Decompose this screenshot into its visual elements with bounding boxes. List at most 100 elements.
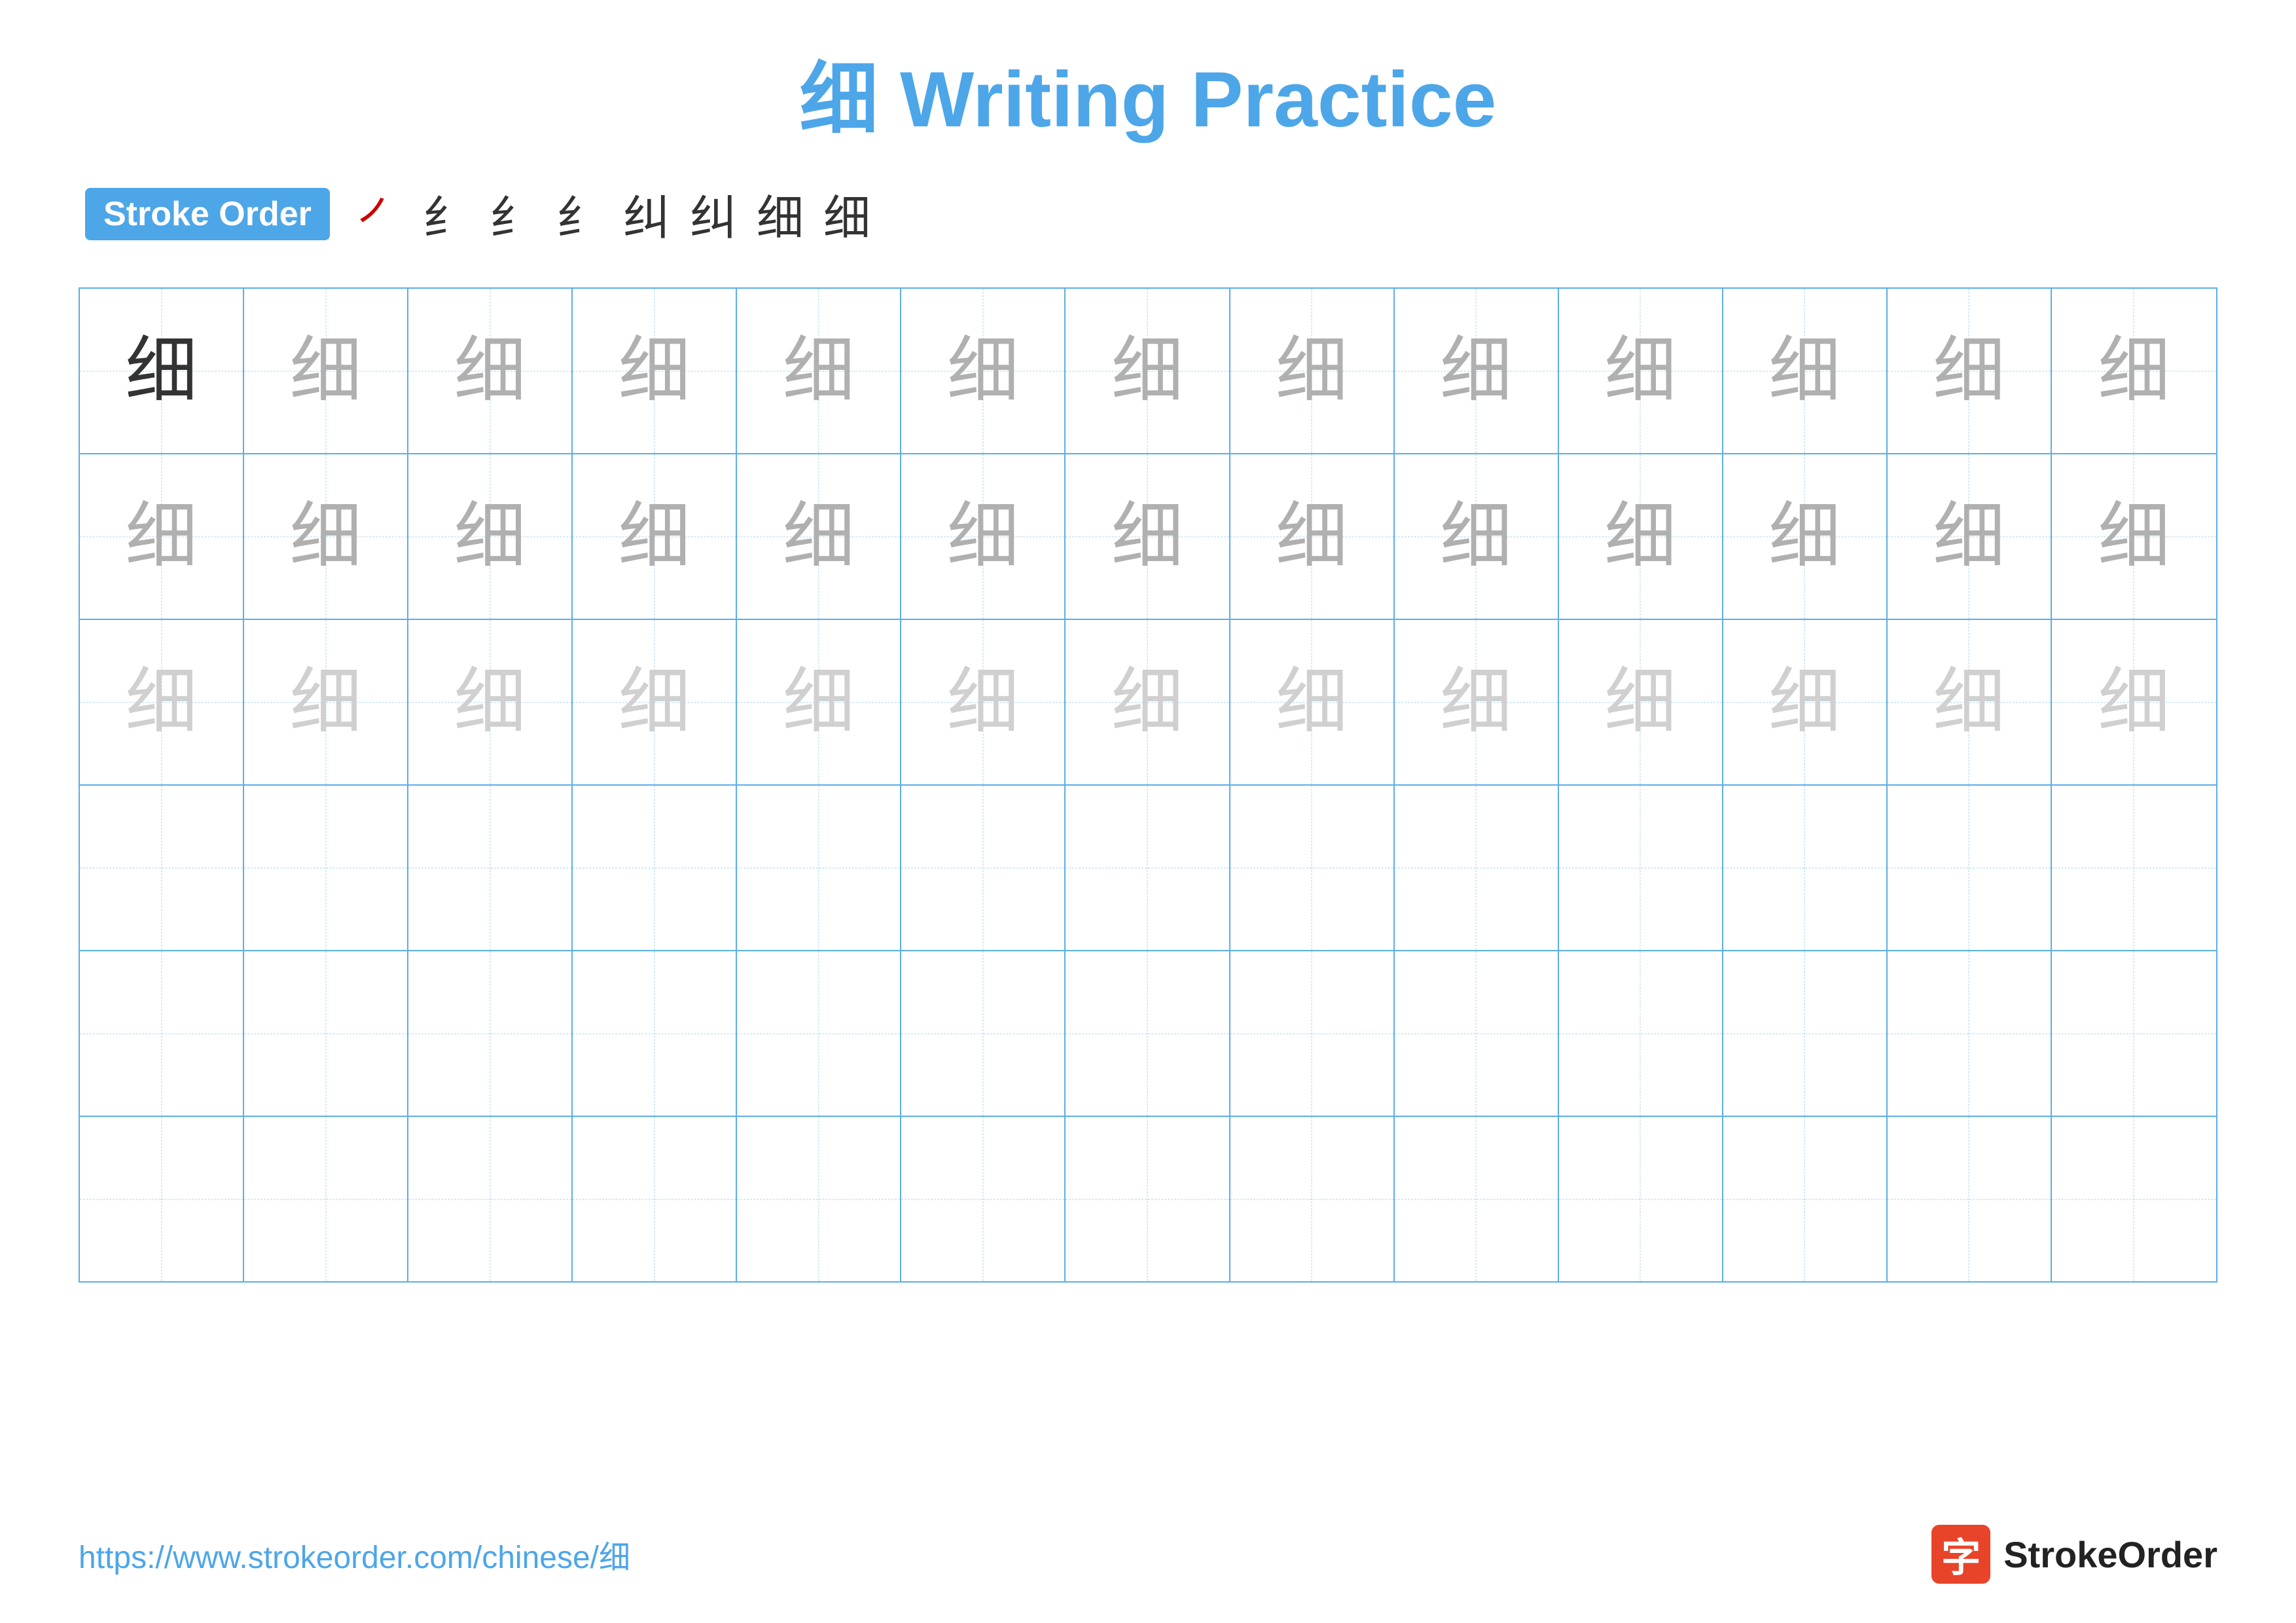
grid-cell[interactable]: 细 — [1888, 620, 2052, 784]
grid-cell[interactable]: 细 — [1723, 620, 1888, 784]
grid-cell[interactable]: 细 — [1723, 454, 1888, 619]
grid-cell[interactable] — [901, 1117, 1066, 1281]
grid-cell[interactable]: 细 — [737, 454, 901, 619]
grid-cell[interactable]: 细 — [80, 620, 244, 784]
grid-cell[interactable] — [1066, 786, 1230, 950]
grid-cell[interactable]: 细 — [573, 620, 737, 784]
grid-cell[interactable] — [901, 951, 1066, 1116]
grid-row-6 — [80, 1117, 2216, 1281]
grid-cell[interactable] — [1066, 951, 1230, 1116]
grid-cell[interactable] — [408, 951, 573, 1116]
grid-cell[interactable]: 细 — [1888, 289, 2052, 453]
grid-cell[interactable] — [1888, 951, 2052, 1116]
grid-cell[interactable]: 细 — [901, 454, 1066, 619]
grid-cell[interactable]: 细 — [901, 289, 1066, 453]
grid-cell[interactable] — [1066, 1117, 1230, 1281]
grid-cell[interactable]: 细 — [1559, 289, 1723, 453]
grid-cell[interactable]: 细 — [2052, 289, 2216, 453]
logo-text: StrokeOrder — [2003, 1533, 2217, 1576]
grid-cell[interactable] — [244, 786, 408, 950]
grid-cell[interactable] — [244, 1117, 408, 1281]
grid-cell[interactable]: 细 — [1395, 289, 1559, 453]
grid-cell[interactable]: 细 — [1395, 620, 1559, 784]
grid-cell[interactable] — [1723, 1117, 1888, 1281]
grid-cell[interactable]: 细 — [244, 454, 408, 619]
grid-cell[interactable]: 细 — [1888, 454, 2052, 619]
grid-cell[interactable]: 细 — [244, 289, 408, 453]
grid-cell[interactable]: 细 — [80, 454, 244, 619]
grid-cell[interactable]: 细 — [1559, 620, 1723, 784]
grid-cell[interactable] — [573, 951, 737, 1116]
grid-cell[interactable]: 细 — [737, 620, 901, 784]
stroke-step-1: ㇒ — [356, 179, 403, 248]
grid-row-3: 细 细 细 细 细 细 细 细 细 细 细 细 细 — [80, 620, 2216, 786]
grid-cell[interactable] — [1395, 786, 1559, 950]
stroke-step-7: 细 — [757, 179, 804, 248]
grid-cell[interactable] — [1230, 1117, 1395, 1281]
grid-cell[interactable]: 细 — [1066, 620, 1230, 784]
grid-cell[interactable]: 细 — [2052, 620, 2216, 784]
grid-cell[interactable]: 细 — [1723, 289, 1888, 453]
grid-cell[interactable]: 细 — [408, 289, 573, 453]
grid-cell[interactable] — [901, 786, 1066, 950]
grid-cell[interactable] — [244, 951, 408, 1116]
title-section: 细 Writing Practice — [79, 52, 2217, 147]
practice-grid: 细 细 细 细 细 细 细 细 细 细 细 细 细 细 细 细 细 细 细 细 … — [79, 287, 2217, 1283]
grid-cell[interactable]: 细 — [1230, 454, 1395, 619]
grid-cell[interactable] — [1230, 786, 1395, 950]
grid-cell[interactable] — [1559, 951, 1723, 1116]
grid-cell[interactable] — [737, 951, 901, 1116]
footer: https://www.strokeorder.com/chinese/细 字 … — [79, 1525, 2217, 1584]
grid-cell[interactable] — [737, 1117, 901, 1281]
grid-row-5 — [80, 951, 2216, 1117]
stroke-step-4: 纟 — [556, 179, 603, 248]
grid-cell[interactable]: 细 — [1230, 289, 1395, 453]
grid-cell[interactable] — [2052, 1117, 2216, 1281]
grid-cell[interactable] — [1559, 786, 1723, 950]
grid-cell[interactable]: 细 — [1395, 454, 1559, 619]
grid-cell[interactable]: 细 — [80, 289, 244, 453]
stroke-step-6: 纠 — [690, 179, 737, 248]
grid-cell[interactable]: 细 — [408, 454, 573, 619]
grid-cell[interactable]: 细 — [737, 289, 901, 453]
grid-cell[interactable] — [80, 1117, 244, 1281]
grid-cell[interactable] — [1395, 1117, 1559, 1281]
grid-cell[interactable] — [1888, 786, 2052, 950]
grid-cell[interactable]: 细 — [1066, 454, 1230, 619]
page-title: 细 Writing Practice — [79, 52, 2217, 147]
grid-cell[interactable] — [408, 1117, 573, 1281]
grid-cell[interactable] — [1723, 951, 1888, 1116]
grid-cell[interactable] — [737, 786, 901, 950]
stroke-order-row: Stroke Order ㇒ 纟 纟 纟 纠 纠 细 细 — [79, 179, 2217, 248]
grid-cell[interactable]: 细 — [573, 454, 737, 619]
grid-cell[interactable] — [408, 786, 573, 950]
grid-cell[interactable] — [80, 786, 244, 950]
grid-cell[interactable]: 细 — [408, 620, 573, 784]
grid-cell[interactable] — [573, 1117, 737, 1281]
footer-url[interactable]: https://www.strokeorder.com/chinese/细 — [79, 1531, 630, 1577]
grid-cell[interactable] — [2052, 786, 2216, 950]
stroke-step-3: 纟 — [490, 179, 537, 248]
grid-cell[interactable] — [1395, 951, 1559, 1116]
grid-cell[interactable] — [1723, 786, 1888, 950]
logo-icon: 字 — [1931, 1525, 1990, 1584]
grid-row-4 — [80, 786, 2216, 951]
grid-cell[interactable] — [2052, 951, 2216, 1116]
grid-cell[interactable]: 细 — [1066, 289, 1230, 453]
grid-cell[interactable]: 细 — [1559, 454, 1723, 619]
grid-cell[interactable] — [1230, 951, 1395, 1116]
grid-row-2: 细 细 细 细 细 细 细 细 细 细 细 细 细 — [80, 454, 2216, 620]
stroke-order-badge: Stroke Order — [85, 188, 330, 240]
grid-cell[interactable]: 细 — [901, 620, 1066, 784]
grid-cell[interactable] — [80, 951, 244, 1116]
stroke-step-5: 纠 — [623, 179, 670, 248]
grid-cell[interactable]: 细 — [2052, 454, 2216, 619]
grid-cell[interactable]: 细 — [1230, 620, 1395, 784]
stroke-step-2: 纟 — [423, 179, 470, 248]
stroke-step-8: 细 — [823, 179, 870, 248]
grid-cell[interactable] — [1888, 1117, 2052, 1281]
grid-cell[interactable] — [573, 786, 737, 950]
grid-cell[interactable]: 细 — [573, 289, 737, 453]
grid-cell[interactable] — [1559, 1117, 1723, 1281]
grid-cell[interactable]: 细 — [244, 620, 408, 784]
